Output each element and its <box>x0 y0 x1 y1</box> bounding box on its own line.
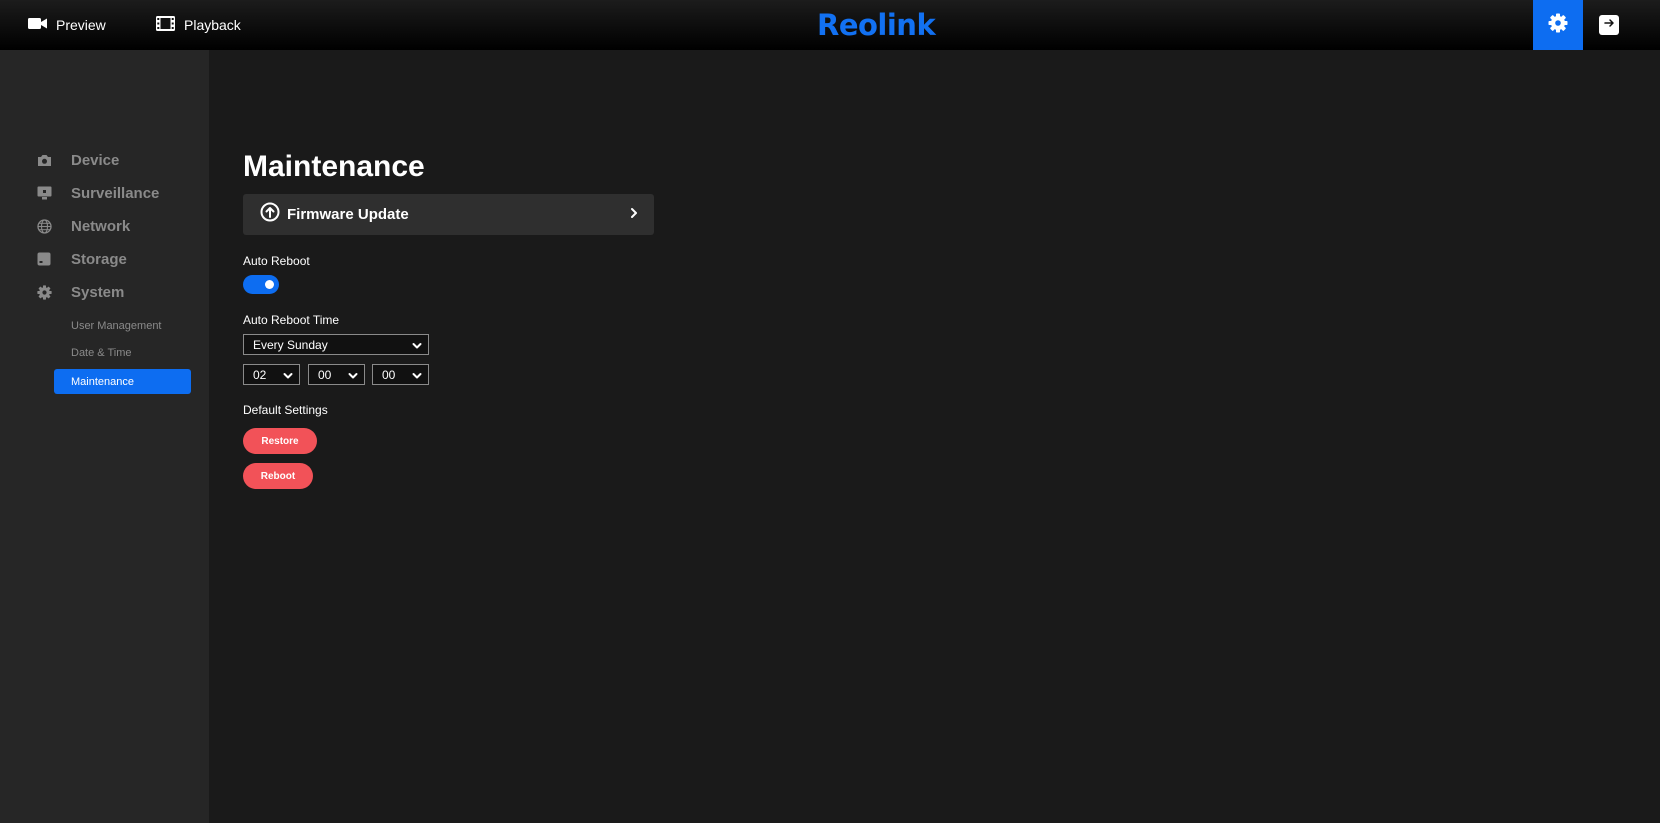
sidebar-subitem-label: User Management <box>71 319 162 332</box>
reboot-day-value: Every Sunday <box>253 337 328 352</box>
toggle-knob <box>265 280 274 289</box>
playback-tab[interactable]: Playback <box>156 0 241 50</box>
chevron-down-icon <box>283 370 293 384</box>
reboot-hour-value: 02 <box>253 367 267 382</box>
preview-tab[interactable]: Preview <box>28 0 106 50</box>
sidebar-item-label: Surveillance <box>71 184 160 202</box>
restore-button[interactable]: Restore <box>243 428 317 454</box>
playback-label: Playback <box>184 17 241 33</box>
reboot-second-select[interactable]: 00 <box>372 364 429 385</box>
default-settings-label: Default Settings <box>243 403 328 417</box>
chevron-down-icon <box>412 340 422 354</box>
reboot-minute-select[interactable]: 00 <box>308 364 365 385</box>
monitor-icon <box>36 186 52 200</box>
gear-icon <box>36 284 52 300</box>
logout-button[interactable] <box>1599 15 1619 35</box>
reboot-second-value: 00 <box>382 367 396 382</box>
reboot-hour-select[interactable]: 02 <box>243 364 300 385</box>
sidebar-item-surveillance[interactable]: Surveillance <box>36 181 159 205</box>
sidebar-item-label: System <box>71 283 125 301</box>
chevron-right-icon <box>630 206 638 225</box>
firmware-update-label: Firmware Update <box>287 206 409 223</box>
chevron-down-icon <box>348 370 358 384</box>
reolink-logo: Reolink <box>817 8 936 42</box>
upload-icon <box>260 202 280 227</box>
sidebar-item-device[interactable]: Device <box>36 148 119 172</box>
sidebar-subitem-label: Date & Time <box>71 346 132 359</box>
sidebar-subitem-label: Maintenance <box>71 375 134 388</box>
camera-icon <box>36 154 52 167</box>
sidebar-subitem-maintenance[interactable]: Maintenance <box>54 369 191 394</box>
sidebar-item-label: Network <box>71 217 131 235</box>
hdd-icon <box>36 252 52 266</box>
logout-icon <box>1603 16 1615 34</box>
auto-reboot-time-label: Auto Reboot Time <box>243 313 340 327</box>
auto-reboot-label: Auto Reboot <box>243 254 310 268</box>
sidebar-item-label: Storage <box>71 250 127 268</box>
reboot-button[interactable]: Reboot <box>243 463 313 489</box>
reboot-minute-value: 00 <box>318 367 332 382</box>
sidebar-item-network[interactable]: Network <box>36 214 130 238</box>
globe-icon <box>36 218 52 234</box>
sidebar-item-system[interactable]: System <box>36 280 124 304</box>
chevron-down-icon <box>412 370 422 384</box>
auto-reboot-toggle[interactable] <box>243 275 279 294</box>
sidebar-item-storage[interactable]: Storage <box>36 247 127 271</box>
firmware-update-row[interactable]: Firmware Update <box>243 194 654 235</box>
sidebar-subitem-date-time[interactable]: Date & Time <box>54 340 191 365</box>
page-title: Maintenance <box>243 150 425 183</box>
film-icon <box>156 16 175 34</box>
sidebar-subitem-user-management[interactable]: User Management <box>54 313 191 338</box>
sidebar-item-label: Device <box>71 151 120 169</box>
video-camera-icon <box>28 17 47 33</box>
reboot-day-select[interactable]: Every Sunday <box>243 334 429 355</box>
gear-icon <box>1548 13 1568 38</box>
top-bar: Preview Playback Reolink <box>0 0 1660 50</box>
main-content: Maintenance Firmware Update Auto Reboot … <box>209 50 1660 823</box>
preview-label: Preview <box>56 17 106 33</box>
sidebar: Device Surveillance Network Storage Syst… <box>0 50 209 823</box>
settings-button[interactable] <box>1533 0 1583 50</box>
